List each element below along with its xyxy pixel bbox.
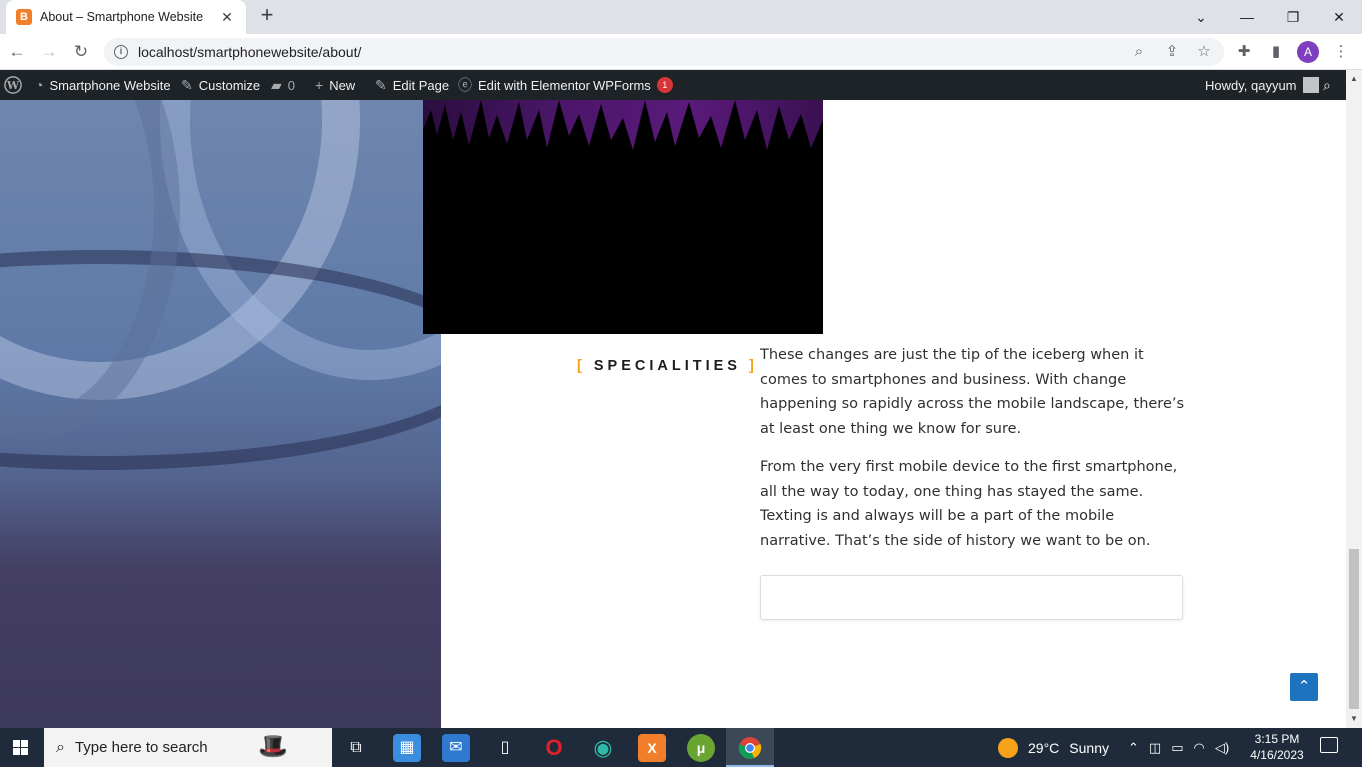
- elementor-icon: ⓔ: [458, 77, 472, 93]
- weather-widget[interactable]: 29°C Sunny: [998, 728, 1109, 767]
- back-to-top-button[interactable]: ⌃: [1290, 673, 1318, 701]
- task-view-icon[interactable]: ⧉: [342, 734, 370, 762]
- tab-search-chevron-icon[interactable]: ⌄: [1178, 0, 1224, 34]
- edit-elementor-label: Edit with Elementor: [478, 77, 590, 93]
- notifications-icon[interactable]: [1320, 737, 1338, 753]
- customize-item[interactable]: ✎ Customize: [181, 70, 260, 100]
- my-account-item[interactable]: Howdy, qayyum: [1205, 70, 1319, 100]
- empty-content-box: [760, 575, 1183, 620]
- chrome-icon[interactable]: [736, 734, 764, 762]
- new-content-item[interactable]: + New: [315, 70, 355, 100]
- tab-close-icon[interactable]: ✕: [218, 9, 236, 26]
- file-icon[interactable]: ▯: [491, 734, 519, 762]
- chevron-up-icon: ⌃: [1297, 678, 1311, 695]
- pencil-icon: ✎: [375, 76, 387, 93]
- close-window-button[interactable]: ✕: [1316, 0, 1362, 34]
- edit-page-label: Edit Page: [392, 77, 450, 93]
- wpforms-notification-badge: 1: [656, 77, 673, 93]
- battery-icon[interactable]: ▭: [1171, 740, 1183, 756]
- xampp-icon[interactable]: X: [638, 734, 666, 762]
- admin-search-icon[interactable]: ⌕: [1323, 70, 1331, 100]
- wp-admin-bar: W ◔ Smartphone Website ✎ Customize ▰ 0 +…: [0, 70, 1362, 100]
- reload-icon[interactable]: ↻: [68, 40, 94, 64]
- search-highlight-hat-icon: 🎩: [258, 733, 288, 760]
- extensions-puzzle-icon[interactable]: ✚: [1234, 40, 1254, 64]
- back-arrow-icon[interactable]: ←: [4, 40, 30, 64]
- taskbar-search-box[interactable]: ⌕ Type here to search 🎩: [44, 728, 332, 767]
- scroll-thumb[interactable]: [1349, 549, 1359, 709]
- edit-elementor-item[interactable]: ⓔ Edit with Elementor: [458, 70, 590, 100]
- specialities-text: SPECIALITIES: [593, 358, 741, 374]
- windows-taskbar: ⌕ Type here to search 🎩 ⧉ ▦ ✉ ▯ O ◉ X μ …: [0, 728, 1362, 767]
- new-label: New: [329, 77, 356, 93]
- svg-text:W: W: [6, 79, 20, 92]
- show-hidden-icons-chevron-icon[interactable]: ⌃: [1128, 740, 1139, 756]
- comments-item[interactable]: ▰ 0: [271, 70, 295, 100]
- zoom-icon[interactable]: ⌕: [1129, 40, 1149, 64]
- page-viewport: [ SPECIALITIES ] These changes are just …: [0, 100, 1346, 728]
- search-icon: ⌕: [56, 738, 65, 756]
- tab-title: About – Smartphone Website: [40, 10, 204, 24]
- browser-menu-icon[interactable]: ⋮: [1331, 40, 1351, 64]
- clock-date: 4/16/2023: [1250, 748, 1304, 762]
- comment-bubble-icon: ▰: [271, 76, 282, 93]
- brush-icon: ✎: [181, 76, 193, 93]
- forward-arrow-icon[interactable]: →: [36, 40, 62, 64]
- clock-time: 3:15 PM: [1254, 732, 1300, 746]
- windows-logo-icon: [12, 740, 28, 755]
- tab-strip: B About – Smartphone Website ✕ + ⌄ — ❐ ✕: [0, 0, 1362, 34]
- bracket-close: ]: [749, 358, 758, 374]
- bookmark-star-icon[interactable]: ☆: [1194, 40, 1214, 64]
- site-name-label: Smartphone Website: [49, 77, 171, 93]
- edge-browser-icon[interactable]: ◉: [589, 734, 617, 762]
- new-tab-button[interactable]: +: [256, 4, 278, 27]
- site-info-icon[interactable]: i: [114, 45, 128, 59]
- scroll-up-arrow-icon[interactable]: ▲: [1346, 72, 1362, 86]
- url-text: localhost/smartphonewebsite/about/: [138, 44, 362, 60]
- wifi-icon[interactable]: ◠: [1194, 740, 1205, 756]
- mail-icon[interactable]: ✉: [442, 734, 470, 762]
- weather-temp: 29°C: [1028, 739, 1060, 756]
- dashboard-icon: ◔: [35, 77, 44, 93]
- search-placeholder: Type here to search: [74, 739, 208, 756]
- paragraph-texting: From the very first mobile device to the…: [760, 459, 1178, 550]
- customize-label: Customize: [198, 77, 261, 93]
- howdy-label: Howdy, qayyum: [1205, 77, 1297, 93]
- side-panel-icon[interactable]: ▮: [1266, 40, 1286, 64]
- page-scrollbar[interactable]: ▲ ▼: [1346, 70, 1362, 728]
- edit-page-item[interactable]: ✎ Edit Page: [375, 70, 449, 100]
- sun-icon: [998, 737, 1018, 758]
- site-name-item[interactable]: ◔ Smartphone Website: [35, 70, 171, 100]
- tab-about[interactable]: B About – Smartphone Website ✕: [6, 0, 246, 34]
- xampp-favicon-icon: B: [16, 9, 32, 25]
- wpforms-label: WPForms: [593, 77, 651, 93]
- share-icon[interactable]: ⇪: [1162, 40, 1182, 64]
- microsoft-store-icon[interactable]: ▦: [393, 734, 421, 762]
- start-button[interactable]: [0, 728, 40, 767]
- plus-icon: +: [315, 77, 324, 93]
- forest-night-image: [423, 100, 823, 334]
- minimize-button[interactable]: —: [1224, 0, 1270, 34]
- wordpress-logo-icon[interactable]: W: [4, 70, 22, 100]
- specialities-heading: [ SPECIALITIES ]: [577, 358, 758, 374]
- user-avatar: [1302, 77, 1319, 93]
- system-tray: ⌃ ◫ ▭ ◠ ◁): [1128, 728, 1229, 767]
- profile-avatar[interactable]: A: [1297, 41, 1319, 63]
- restore-button[interactable]: ❐: [1270, 0, 1316, 34]
- background-abstract-image: [0, 100, 441, 728]
- volume-icon[interactable]: ◁): [1215, 740, 1229, 756]
- browser-toolbar: ← → ↻ i localhost/smartphonewebsite/abou…: [0, 34, 1362, 70]
- bracket-open: [: [577, 358, 586, 374]
- taskbar-clock[interactable]: 3:15 PM 4/16/2023: [1242, 731, 1312, 763]
- opera-browser-icon[interactable]: O: [540, 734, 568, 762]
- utorrent-icon[interactable]: μ: [687, 734, 715, 762]
- wpforms-item[interactable]: WPForms 1: [593, 70, 673, 100]
- scroll-down-arrow-icon[interactable]: ▼: [1346, 712, 1362, 726]
- address-bar[interactable]: i localhost/smartphonewebsite/about/: [104, 38, 1224, 66]
- weather-text: Sunny: [1069, 739, 1109, 756]
- paragraph-iceberg: These changes are just the tip of the ic…: [760, 347, 1185, 438]
- comments-count: 0: [287, 77, 296, 93]
- meet-now-icon[interactable]: ◫: [1149, 740, 1161, 756]
